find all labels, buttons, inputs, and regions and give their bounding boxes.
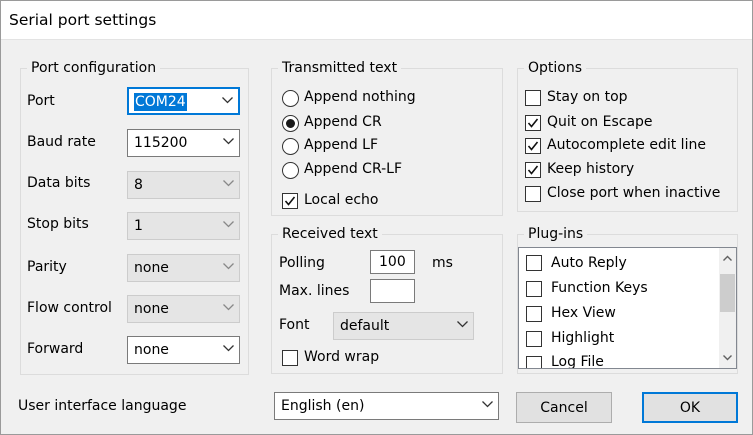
append-nothing-radio[interactable] <box>282 90 299 107</box>
plugins-list[interactable]: Auto Reply Function Keys Hex View Highli… <box>518 247 737 369</box>
received-text-legend: Received text <box>282 226 378 242</box>
parity-label: Parity <box>27 259 67 275</box>
hex-view-label: Hex View <box>551 305 616 321</box>
local-echo-label: Local echo <box>304 192 379 208</box>
data-bits-select[interactable]: 8 <box>127 171 240 199</box>
chevron-down-icon <box>457 321 468 330</box>
baud-rate-value: 115200 <box>134 135 188 151</box>
transmitted-text-legend: Transmitted text <box>282 60 398 76</box>
autocomplete-checkbox[interactable] <box>525 138 541 154</box>
port-configuration-legend: Port configuration <box>31 60 157 76</box>
forward-select[interactable]: none <box>127 336 240 364</box>
chevron-down-icon <box>223 221 234 230</box>
max-lines-label: Max. lines <box>279 283 350 299</box>
ok-button-label: OK <box>679 399 701 416</box>
word-wrap-checkbox[interactable] <box>282 350 298 366</box>
language-select[interactable]: English (en) <box>274 392 499 420</box>
log-file-label: Log File <box>551 354 604 369</box>
parity-value: none <box>134 260 169 276</box>
plugins-scrollbar[interactable] <box>719 248 736 368</box>
flow-control-value: none <box>134 301 169 317</box>
close-port-label: Close port when inactive <box>547 185 721 201</box>
word-wrap-label: Word wrap <box>304 349 380 365</box>
quit-on-escape-label: Quit on Escape <box>547 114 653 130</box>
append-cr-label: Append CR <box>304 114 382 130</box>
log-file-checkbox[interactable] <box>526 356 542 368</box>
chevron-down-icon <box>223 304 234 313</box>
window-title: Serial port settings <box>9 11 157 29</box>
stay-on-top-label: Stay on top <box>547 89 628 105</box>
polling-unit: ms <box>432 255 453 271</box>
autocomplete-label: Autocomplete edit line <box>547 137 706 153</box>
polling-input[interactable]: 100 <box>370 250 415 274</box>
polling-value: 100 <box>379 254 406 270</box>
close-port-checkbox[interactable] <box>525 186 541 202</box>
font-select[interactable]: default <box>333 312 474 340</box>
language-value: English (en) <box>281 398 365 414</box>
highlight-label: Highlight <box>551 330 615 346</box>
scroll-up-icon[interactable] <box>719 250 736 267</box>
port-label: Port <box>27 93 55 109</box>
chevron-down-icon <box>482 401 493 410</box>
quit-on-escape-checkbox[interactable] <box>525 115 541 131</box>
append-nothing-label: Append nothing <box>304 89 416 105</box>
append-cr-radio[interactable] <box>282 115 299 132</box>
flow-control-label: Flow control <box>27 300 112 316</box>
checkmark-icon <box>527 141 539 151</box>
chevron-down-icon <box>223 180 234 189</box>
parity-select[interactable]: none <box>127 254 240 282</box>
scroll-down-icon[interactable] <box>719 349 736 366</box>
plugins-legend: Plug-ins <box>528 226 584 242</box>
forward-value: none <box>134 342 169 358</box>
keep-history-checkbox[interactable] <box>525 162 541 178</box>
font-value: default <box>340 318 390 334</box>
checkmark-icon <box>527 165 539 175</box>
append-lf-radio[interactable] <box>282 138 299 155</box>
forward-label: Forward <box>27 341 84 357</box>
stop-bits-select[interactable]: 1 <box>127 212 240 240</box>
chevron-down-icon <box>222 97 233 106</box>
font-label: Font <box>279 317 310 333</box>
stop-bits-value: 1 <box>134 218 143 234</box>
auto-reply-checkbox[interactable] <box>526 255 542 271</box>
highlight-checkbox[interactable] <box>526 331 542 347</box>
function-keys-label: Function Keys <box>551 280 648 296</box>
max-lines-input[interactable] <box>370 279 415 303</box>
append-lf-label: Append LF <box>304 137 379 153</box>
baud-rate-select[interactable]: 115200 <box>127 129 240 157</box>
port-select[interactable]: COM24 <box>127 87 240 115</box>
cancel-button-label: Cancel <box>540 399 588 416</box>
baud-rate-label: Baud rate <box>27 134 96 150</box>
local-echo-checkbox[interactable] <box>282 193 298 209</box>
append-cr-lf-radio[interactable] <box>282 162 299 179</box>
hex-view-checkbox[interactable] <box>526 306 542 322</box>
ok-button[interactable]: OK <box>642 392 738 423</box>
data-bits-label: Data bits <box>27 175 91 191</box>
chevron-down-icon <box>223 345 234 354</box>
port-value: COM24 <box>134 93 187 111</box>
polling-label: Polling <box>279 255 325 271</box>
options-legend: Options <box>528 60 583 76</box>
function-keys-checkbox[interactable] <box>526 281 542 297</box>
checkmark-icon <box>284 196 296 206</box>
title-bar: Serial port settings <box>0 0 753 40</box>
flow-control-select[interactable]: none <box>127 295 240 323</box>
stop-bits-label: Stop bits <box>27 216 89 232</box>
chevron-down-icon <box>223 138 234 147</box>
data-bits-value: 8 <box>134 177 143 193</box>
scroll-thumb[interactable] <box>720 274 735 312</box>
chevron-down-icon <box>223 263 234 272</box>
cancel-button[interactable]: Cancel <box>516 392 612 423</box>
auto-reply-label: Auto Reply <box>551 255 627 271</box>
keep-history-label: Keep history <box>547 161 635 177</box>
language-label: User interface language <box>18 398 187 414</box>
append-cr-lf-label: Append CR-LF <box>304 161 403 177</box>
checkmark-icon <box>527 118 539 128</box>
stay-on-top-checkbox[interactable] <box>525 90 541 106</box>
